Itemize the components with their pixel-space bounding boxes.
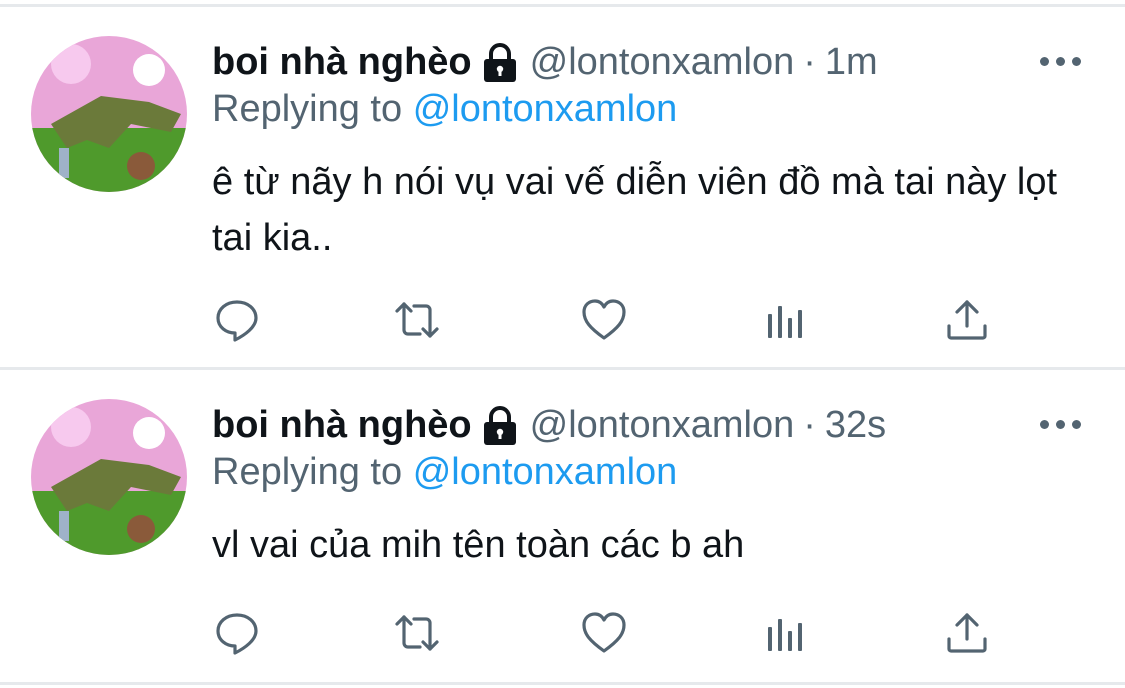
more-icon[interactable] (1040, 48, 1084, 74)
mention-link[interactable]: @lontonxamlon (413, 88, 678, 130)
bottom-divider (0, 682, 1125, 685)
tweet-header: boi nhà nghèo @lontonxamlon · 1m (212, 36, 878, 88)
replying-to: Replying to @lontonxamlon (212, 88, 677, 131)
top-divider (0, 4, 1125, 7)
avatar[interactable] (31, 36, 187, 192)
separator-dot: · (803, 40, 816, 83)
like-icon[interactable] (580, 609, 628, 657)
lock-icon (480, 40, 520, 84)
handle[interactable]: @lontonxamlon (530, 41, 795, 84)
tweet-divider (0, 367, 1125, 370)
tweet-text: ê từ nãy h nói vụ vai vế diễn viên đồ mà… (212, 161, 1058, 259)
tweet-1[interactable]: boi nhà nghèo @lontonxamlon · 1m Replyin… (0, 36, 1125, 366)
lock-icon (480, 403, 520, 447)
display-name[interactable]: boi nhà nghèo (212, 404, 472, 447)
mention-link[interactable]: @lontonxamlon (413, 451, 678, 493)
timestamp[interactable]: 1m (825, 41, 878, 84)
replying-prefix: Replying to (212, 451, 403, 493)
replying-prefix: Replying to (212, 88, 403, 130)
separator-dot: · (803, 403, 816, 446)
reply-icon[interactable] (213, 609, 261, 657)
timestamp[interactable]: 32s (825, 404, 886, 447)
share-icon[interactable] (943, 609, 991, 657)
retweet-icon[interactable] (393, 296, 441, 344)
like-icon[interactable] (580, 296, 628, 344)
tweet-2[interactable]: boi nhà nghèo @lontonxamlon · 32s Replyi… (0, 399, 1125, 679)
tweet-text: vl vai của mih tên toàn các b ah (212, 524, 745, 566)
reply-icon[interactable] (213, 296, 261, 344)
retweet-icon[interactable] (393, 609, 441, 657)
tweet-header: boi nhà nghèo @lontonxamlon · 32s (212, 399, 886, 451)
display-name[interactable]: boi nhà nghèo (212, 41, 472, 84)
analytics-icon[interactable] (762, 296, 810, 344)
more-icon[interactable] (1040, 411, 1084, 437)
handle[interactable]: @lontonxamlon (530, 404, 795, 447)
replying-to: Replying to @lontonxamlon (212, 451, 677, 494)
analytics-icon[interactable] (762, 609, 810, 657)
share-icon[interactable] (943, 296, 991, 344)
avatar[interactable] (31, 399, 187, 555)
